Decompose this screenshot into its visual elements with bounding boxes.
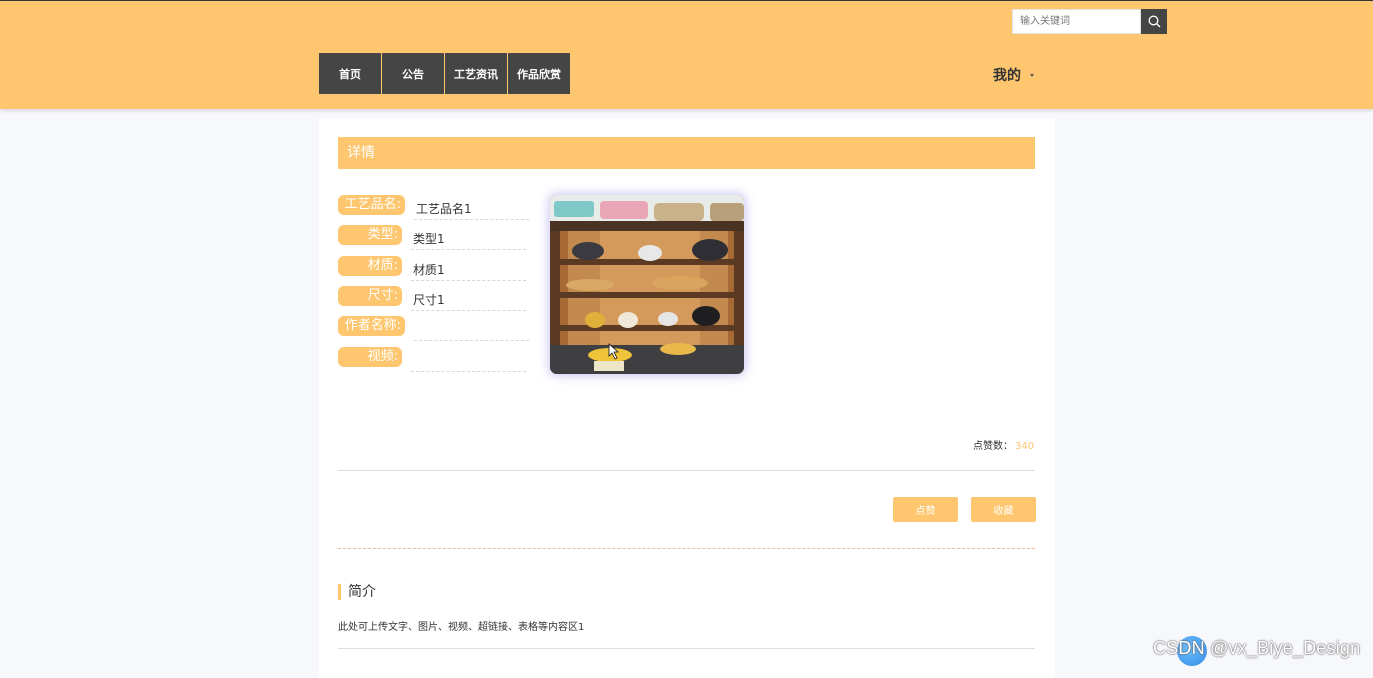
field-label: 尺寸: <box>338 286 402 306</box>
field-row-author: 作者名称: <box>338 316 529 341</box>
top-header: 首页 公告 工艺资讯 作品欣赏 我的 <box>0 0 1373 109</box>
field-value: 尺寸1 <box>411 287 526 311</box>
divider <box>338 548 1035 549</box>
search-input[interactable] <box>1012 9 1141 34</box>
intro-text: 此处可上传文字、图片、视频、超链接、表格等内容区1 <box>338 622 585 633</box>
field-row-type: 类型: 类型1 <box>338 225 526 250</box>
caret-down-icon <box>1030 73 1034 77</box>
search-icon <box>1148 15 1160 28</box>
likes-label: 点赞数： <box>973 441 1013 452</box>
divider <box>338 470 1035 471</box>
watermark: CSDN @vx_Biye_Design <box>1153 638 1361 658</box>
favorite-button[interactable]: 收藏 <box>971 497 1036 522</box>
field-row-material: 材质: 材质1 <box>338 256 526 281</box>
user-menu[interactable]: 我的 <box>993 65 1034 85</box>
search-box <box>1012 9 1167 34</box>
field-value: 材质1 <box>411 257 526 281</box>
field-value <box>414 317 529 341</box>
nav-announcements[interactable]: 公告 <box>382 53 444 94</box>
field-label: 类型: <box>338 225 402 245</box>
field-value: 类型1 <box>411 226 526 250</box>
field-value <box>411 348 526 372</box>
nav-craft-news[interactable]: 工艺资讯 <box>445 53 507 94</box>
field-label: 作者名称: <box>338 316 405 336</box>
product-photo <box>550 195 744 374</box>
detail-section-title: 详情 <box>338 137 1035 169</box>
detail-panel: 详情 工艺品名: 工艺品名1 类型: 类型1 材质: 材质1 尺寸: 尺寸1 作… <box>319 118 1055 678</box>
field-label: 视频: <box>338 347 402 367</box>
likes-number: 340 <box>1015 441 1035 452</box>
user-menu-label: 我的 <box>993 68 1021 84</box>
like-button[interactable]: 点赞 <box>893 497 958 522</box>
field-value: 工艺品名1 <box>414 196 529 220</box>
search-button[interactable] <box>1141 9 1167 34</box>
field-row-size: 尺寸: 尺寸1 <box>338 286 526 311</box>
intro-title: 简介 <box>338 584 376 600</box>
nav-home[interactable]: 首页 <box>319 53 381 94</box>
main-nav: 首页 公告 工艺资讯 作品欣赏 <box>319 53 571 94</box>
likes-count: 点赞数： 340 <box>973 437 1034 452</box>
field-row-video: 视频: <box>338 347 526 372</box>
divider <box>338 648 1035 649</box>
field-row-craft-name: 工艺品名: 工艺品名1 <box>338 195 529 220</box>
nav-works-gallery[interactable]: 作品欣赏 <box>508 53 570 94</box>
field-label: 材质: <box>338 256 402 276</box>
field-label: 工艺品名: <box>338 195 405 215</box>
